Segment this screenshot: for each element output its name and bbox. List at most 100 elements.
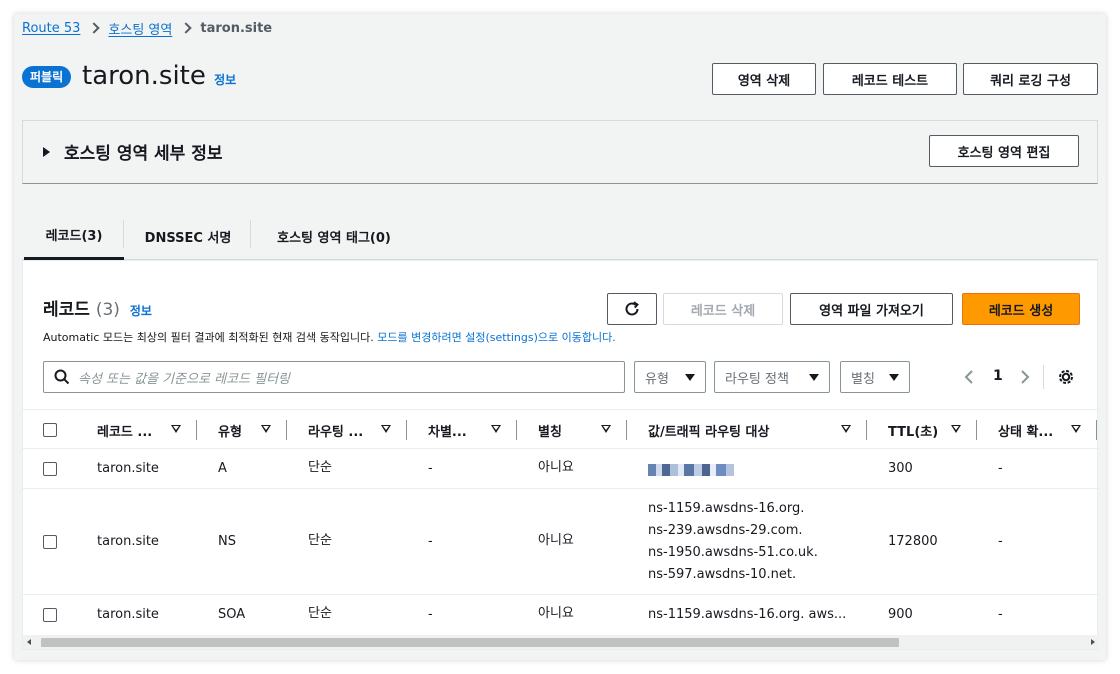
import-zone-file-button[interactable]: 영역 파일 가져오기 [790,293,953,325]
sort-icon[interactable] [1071,425,1081,433]
search-placeholder: 속성 또는 값을 기준으로 레코드 필터링 [78,371,291,387]
cell-differentiator: - [428,534,433,549]
cell-health: - [998,607,1003,622]
create-record-button[interactable]: 레코드 생성 [962,293,1080,325]
cell-type: NS [218,534,236,549]
cell-record-name: taron.site [97,461,159,476]
prev-page-icon[interactable] [963,369,975,385]
breadcrumb-route53[interactable]: Route 53 [22,21,80,36]
cell-differentiator: - [428,461,433,476]
cell-alias: 아니요 [538,460,574,475]
tab-divider [123,220,124,248]
table-row[interactable]: taron.site A 단순 - 아니요 300 - [23,449,1099,489]
horizontal-scrollbar[interactable] [23,635,1099,649]
next-page-icon[interactable] [1019,369,1031,385]
record-search-input[interactable]: 속성 또는 값을 기준으로 레코드 필터링 [43,361,625,393]
tab-dnssec[interactable]: DNSSEC 서명 [130,212,246,260]
cell-record-name: taron.site [97,607,159,622]
delete-zone-button[interactable]: 영역 삭제 [712,63,816,95]
cell-alias: 아니요 [538,606,574,621]
tab-divider [250,220,251,248]
sort-icon[interactable] [601,425,611,433]
sort-icon[interactable] [951,425,961,433]
ns-value: ns-597.awsdns-10.net. [648,567,797,582]
breadcrumb-current: taron.site [200,20,273,36]
col-record-name[interactable]: 레코드 ... [97,410,152,450]
details-toggle[interactable]: 호스팅 영역 세부 정보 [43,139,223,164]
tab-hosted-zone-tags[interactable]: 호스팅 영역 태그(0) [258,212,410,260]
ns-value: ns-239.awsdns-29.com. [648,523,803,538]
gear-icon[interactable] [1057,368,1075,386]
type-filter-select[interactable]: 유형 [634,361,706,393]
cell-type: SOA [218,607,246,622]
cell-value: ns-1159.awsdns-16.org. aws... [648,607,847,622]
row-checkbox[interactable] [43,462,57,476]
col-type[interactable]: 유형 [218,410,242,450]
col-health-check[interactable]: 상태 확... [998,410,1053,450]
breadcrumb-hosted-zones[interactable]: 호스팅 영역 [108,19,172,38]
cell-value: ns-1159.awsdns-16.org. ns-239.awsdns-29.… [648,498,818,586]
sort-icon[interactable] [841,425,851,433]
note-text: Automatic 모드는 최상의 필터 결과에 최적화된 현재 검색 동작입니… [43,331,378,344]
cell-ttl: 900 [888,607,913,622]
col-routing-policy[interactable]: 라우팅 ... [308,410,363,450]
column-resizer[interactable] [976,420,977,440]
records-count: (3) [95,300,120,320]
col-ttl[interactable]: TTL(초) [888,410,938,450]
cell-type: A [218,461,227,476]
search-icon [54,369,70,385]
records-heading: 레코드 (3) 정보 [43,295,152,320]
select-all-checkbox[interactable] [43,423,57,437]
ns-value: ns-1950.awsdns-51.co.uk. [648,545,818,560]
row-checkbox[interactable] [43,608,57,622]
table-row[interactable]: taron.site NS 단순 - 아니요 ns-1159.awsdns-16… [23,489,1099,595]
column-resizer[interactable] [286,420,287,440]
routing-policy-filter-select[interactable]: 라우팅 정책 [714,361,830,393]
col-alias[interactable]: 별칭 [538,410,562,450]
public-badge: 퍼블릭 [22,66,72,88]
scroll-left-icon[interactable] [27,639,31,645]
sort-icon[interactable] [491,425,501,433]
column-resizer[interactable] [1096,420,1097,440]
cell-record-name: taron.site [97,534,159,549]
test-record-button[interactable]: 레코드 테스트 [823,63,957,95]
scrollbar-thumb[interactable] [41,638,899,647]
sort-icon[interactable] [261,425,271,433]
records-container: 레코드 (3) 정보 레코드 삭제 영역 파일 가져오기 레코드 생성 Auto… [22,260,1099,650]
current-page[interactable]: 1 [993,368,1003,384]
column-resizer[interactable] [866,420,867,440]
info-link[interactable]: 정보 [214,73,236,87]
edit-hosted-zone-button[interactable]: 호스팅 영역 편집 [929,135,1079,167]
type-filter-label: 유형 [645,371,669,387]
column-resizer[interactable] [196,420,197,440]
cell-health: - [998,461,1003,476]
sort-icon[interactable] [381,425,391,433]
column-resizer[interactable] [516,420,517,440]
row-checkbox[interactable] [43,535,57,549]
cell-routing: 단순 [308,460,332,475]
alias-filter-label: 별칭 [851,371,875,387]
hosted-zone-details-panel: 호스팅 영역 세부 정보 호스팅 영역 편집 [22,120,1098,184]
column-resizer[interactable] [406,420,407,440]
caret-down-icon [889,373,899,381]
settings-link[interactable]: 모드를 변경하려면 설정(settings)으로 이동합니다. [377,331,615,344]
alias-filter-select[interactable]: 별칭 [840,361,910,393]
delete-record-button[interactable]: 레코드 삭제 [663,293,783,325]
refresh-button[interactable] [607,293,657,325]
table-row[interactable]: taron.site SOA 단순 - 아니요 ns-1159.awsdns-1… [23,595,1099,635]
configure-query-logging-button[interactable]: 쿼리 로깅 구성 [963,63,1098,95]
records-title: 레코드 [43,300,90,320]
pagination-divider [1043,365,1044,389]
tab-records[interactable]: 레코드(3) [24,212,124,260]
col-differentiator[interactable]: 차별... [428,410,467,450]
column-resizer[interactable] [626,420,627,440]
ns-value: ns-1159.awsdns-16.org. [648,501,805,516]
sort-icon[interactable] [171,425,181,433]
routing-filter-label: 라우팅 정책 [725,371,789,387]
records-info-link[interactable]: 정보 [130,304,152,318]
scroll-right-icon[interactable] [1091,639,1095,645]
console-frame: Route 53 호스팅 영역 taron.site 퍼블릭 taron.sit… [14,14,1106,660]
chevron-right-icon [88,22,101,34]
col-value[interactable]: 값/트래픽 라우팅 대상 [648,410,769,450]
page-title: taron.site 정보 [82,60,236,96]
